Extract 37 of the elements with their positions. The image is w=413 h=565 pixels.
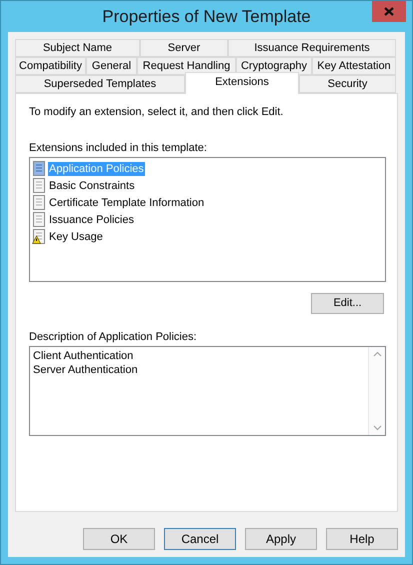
window-title: Properties of New Template [102, 6, 311, 28]
close-icon [384, 7, 394, 16]
list-item[interactable]: Basic Constraints [48, 178, 136, 192]
scrollbar[interactable] [368, 347, 385, 435]
description-line: Server Authentication [33, 363, 139, 377]
tab[interactable]: Issuance Requirements [228, 39, 396, 57]
description-line: Client Authentication [33, 349, 134, 363]
tab[interactable]: Compatibility [15, 57, 86, 75]
tab[interactable]: Server [140, 39, 228, 57]
edit-button[interactable]: Edit... [311, 293, 384, 314]
document-icon [32, 161, 46, 176]
list-item[interactable]: Certificate Template Information [48, 196, 206, 210]
document-icon [32, 195, 46, 210]
dialog-button[interactable]: Help [326, 528, 398, 550]
dialog-button[interactable]: Apply [245, 528, 317, 550]
tab[interactable]: Superseded Templates [15, 75, 185, 93]
instruction-text: To modify an extension, select it, and then click Edit. [29, 105, 284, 119]
description-label: Description of Application Policies: [29, 330, 198, 344]
list-item[interactable]: Key Usage [48, 230, 104, 244]
tab[interactable]: Security [299, 75, 396, 93]
tab[interactable]: Key Attestation [312, 57, 396, 75]
scroll-down-icon[interactable] [372, 425, 382, 431]
dialog-button[interactable]: Cancel [164, 528, 236, 550]
tab[interactable]: Subject Name [15, 39, 140, 57]
tab[interactable]: General [86, 57, 137, 75]
list-label: Extensions included in this template: [29, 141, 208, 155]
close-button[interactable] [372, 1, 406, 22]
document-icon [32, 212, 46, 227]
dialog-button[interactable]: OK [83, 528, 155, 550]
description-box[interactable]: Client Authentication Server Authentication [29, 346, 386, 436]
tab[interactable]: Extensions [185, 72, 299, 94]
extensions-list[interactable]: Application Policies Basic Constraints Certificate Template Information Issuance Policies Key Usage [29, 157, 386, 282]
document-warning-icon [32, 229, 46, 244]
scroll-up-icon[interactable] [372, 351, 382, 357]
document-icon [32, 178, 46, 193]
list-item[interactable]: Issuance Policies [48, 212, 135, 226]
tab[interactable]: Request Handling [137, 57, 236, 75]
